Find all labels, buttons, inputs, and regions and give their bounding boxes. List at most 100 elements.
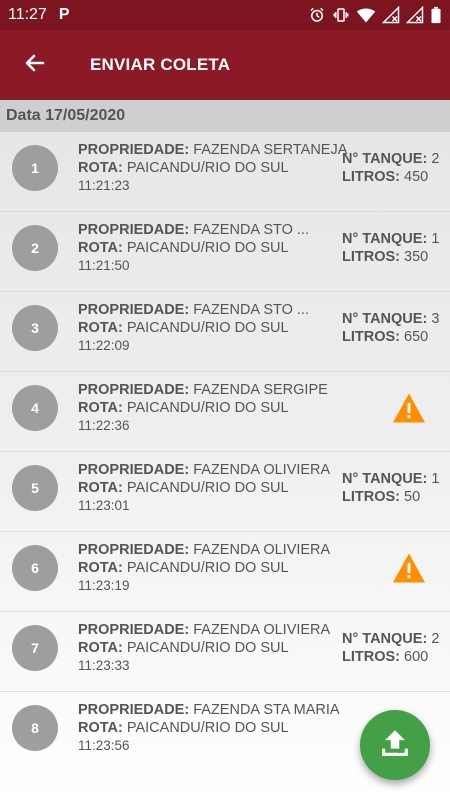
item-number-avatar: 3 — [12, 305, 58, 351]
tank-info: N° TANQUE: 3 LITROS: 650 — [342, 310, 439, 346]
propriedade-label: PROPRIEDADE: — [78, 462, 190, 478]
item-time: 11:23:01 — [78, 498, 130, 513]
wifi-icon — [356, 6, 376, 24]
item-time: 11:22:09 — [78, 338, 130, 353]
tank-info: N° TANQUE: 2 LITROS: 450 — [342, 150, 439, 186]
item-time: 11:23:33 — [78, 658, 130, 673]
vibrate-icon — [332, 6, 350, 24]
propriedade-value: FAZENDA OLIVIERA — [193, 622, 331, 638]
propriedade-label: PROPRIEDADE: — [78, 142, 190, 158]
tanque-label: N° TANQUE: — [342, 311, 428, 327]
propriedade-value: FAZENDA STO ... — [193, 302, 309, 318]
back-button[interactable] — [0, 30, 70, 100]
litros-value: 450 — [404, 169, 429, 185]
item-details: PROPRIEDADE: FAZENDA STO ... ROTA: PAICA… — [78, 302, 309, 355]
tanque-value: 2 — [431, 631, 440, 647]
item-details: PROPRIEDADE: FAZENDA OLIVIERA ROTA: PAIC… — [78, 462, 330, 515]
rota-label: ROTA: — [78, 399, 123, 416]
litros-value: 50 — [404, 489, 421, 505]
item-number-avatar: 8 — [12, 705, 58, 751]
signal-2-icon — [406, 6, 424, 24]
arrow-left-icon — [23, 51, 47, 80]
list-item[interactable]: 2 PROPRIEDADE: FAZENDA STO ... ROTA: PAI… — [0, 212, 450, 292]
list-item[interactable]: 1 PROPRIEDADE: FAZENDA SERTANEJA ROTA: P… — [0, 132, 450, 212]
tank-info: N° TANQUE: 2 LITROS: 600 — [342, 630, 439, 666]
rota-label: ROTA: — [78, 559, 123, 576]
notification-app-icon: P — [58, 6, 70, 23]
propriedade-value: FAZENDA SERTANEJA — [193, 142, 348, 158]
rota-value: PAICANDU/RIO DO SUL — [126, 159, 289, 176]
propriedade-value: FAZENDA STA MARIA — [193, 702, 340, 718]
item-number-avatar: 6 — [12, 545, 58, 591]
propriedade-value: FAZENDA STO ... — [193, 222, 309, 238]
litros-label: LITROS: — [342, 169, 400, 185]
item-details: PROPRIEDADE: FAZENDA SERTANEJA ROTA: PAI… — [78, 142, 347, 195]
propriedade-label: PROPRIEDADE: — [78, 542, 190, 558]
tanque-label: N° TANQUE: — [342, 631, 428, 647]
list-item[interactable]: 6 PROPRIEDADE: FAZENDA OLIVIERA ROTA: PA… — [0, 532, 450, 612]
status-icons — [308, 6, 442, 24]
rota-label: ROTA: — [78, 719, 123, 736]
rota-value: PAICANDU/RIO DO SUL — [126, 639, 289, 656]
tanque-value: 1 — [431, 471, 440, 487]
litros-label: LITROS: — [342, 649, 400, 665]
item-number-avatar: 5 — [12, 465, 58, 511]
item-time: 11:23:56 — [78, 738, 130, 753]
status-time: 11:27 — [8, 6, 47, 23]
rota-label: ROTA: — [78, 479, 123, 496]
propriedade-label: PROPRIEDADE: — [78, 302, 190, 318]
tanque-value: 1 — [431, 231, 440, 247]
item-details: PROPRIEDADE: FAZENDA STO ... ROTA: PAICA… — [78, 222, 309, 275]
rota-label: ROTA: — [78, 319, 123, 336]
propriedade-label: PROPRIEDADE: — [78, 622, 190, 638]
list-item[interactable]: 7 PROPRIEDADE: FAZENDA OLIVIERA ROTA: PA… — [0, 612, 450, 692]
item-details: PROPRIEDADE: FAZENDA STA MARIA ROTA: PAI… — [78, 702, 340, 755]
tank-info: N° TANQUE: 1 LITROS: 350 — [342, 230, 439, 266]
upload-icon — [378, 726, 412, 765]
upload-button[interactable] — [360, 710, 430, 780]
tank-info: N° TANQUE: 1 LITROS: 50 — [342, 470, 439, 506]
litros-label: LITROS: — [342, 249, 400, 265]
propriedade-value: FAZENDA OLIVIERA — [193, 462, 331, 478]
propriedade-label: PROPRIEDADE: — [78, 382, 190, 398]
date-header: Data 17/05/2020 — [0, 100, 450, 132]
rota-value: PAICANDU/RIO DO SUL — [126, 479, 289, 496]
propriedade-value: FAZENDA OLIVIERA — [193, 542, 331, 558]
list-item[interactable]: 3 PROPRIEDADE: FAZENDA STO ... ROTA: PAI… — [0, 292, 450, 372]
litros-value: 650 — [404, 329, 429, 345]
tanque-value: 2 — [431, 151, 440, 167]
item-details: PROPRIEDADE: FAZENDA SERGIPE ROTA: PAICA… — [78, 382, 328, 435]
item-time: 11:21:23 — [78, 178, 130, 193]
tanque-value: 3 — [431, 311, 440, 327]
propriedade-label: PROPRIEDADE: — [78, 222, 190, 238]
rota-value: PAICANDU/RIO DO SUL — [126, 559, 289, 576]
list-item[interactable]: 5 PROPRIEDADE: FAZENDA OLIVIERA ROTA: PA… — [0, 452, 450, 532]
item-time: 11:22:36 — [78, 418, 130, 433]
warning-icon — [391, 552, 427, 589]
rota-value: PAICANDU/RIO DO SUL — [126, 719, 289, 736]
item-number-avatar: 2 — [12, 225, 58, 271]
item-time: 11:21:50 — [78, 258, 130, 273]
tanque-label: N° TANQUE: — [342, 151, 428, 167]
rota-value: PAICANDU/RIO DO SUL — [126, 319, 289, 336]
litros-value: 600 — [404, 649, 429, 665]
rota-label: ROTA: — [78, 159, 123, 176]
item-number-avatar: 4 — [12, 385, 58, 431]
rota-label: ROTA: — [78, 639, 123, 656]
rota-value: PAICANDU/RIO DO SUL — [126, 399, 289, 416]
status-bar: 11:27 P — [0, 0, 450, 30]
tanque-label: N° TANQUE: — [342, 231, 428, 247]
tanque-label: N° TANQUE: — [342, 471, 428, 487]
rota-value: PAICANDU/RIO DO SUL — [126, 239, 289, 256]
item-number-avatar: 1 — [12, 145, 58, 191]
list-item[interactable]: 4 PROPRIEDADE: FAZENDA SERGIPE ROTA: PAI… — [0, 372, 450, 452]
page-title: ENVIAR COLETA — [90, 55, 231, 74]
litros-label: LITROS: — [342, 489, 400, 505]
battery-icon — [430, 6, 442, 24]
litros-label: LITROS: — [342, 329, 400, 345]
app-bar: ENVIAR COLETA — [0, 30, 450, 100]
warning-icon — [391, 392, 427, 429]
propriedade-value: FAZENDA SERGIPE — [193, 382, 328, 398]
item-details: PROPRIEDADE: FAZENDA OLIVIERA ROTA: PAIC… — [78, 542, 330, 595]
item-number-avatar: 7 — [12, 625, 58, 671]
